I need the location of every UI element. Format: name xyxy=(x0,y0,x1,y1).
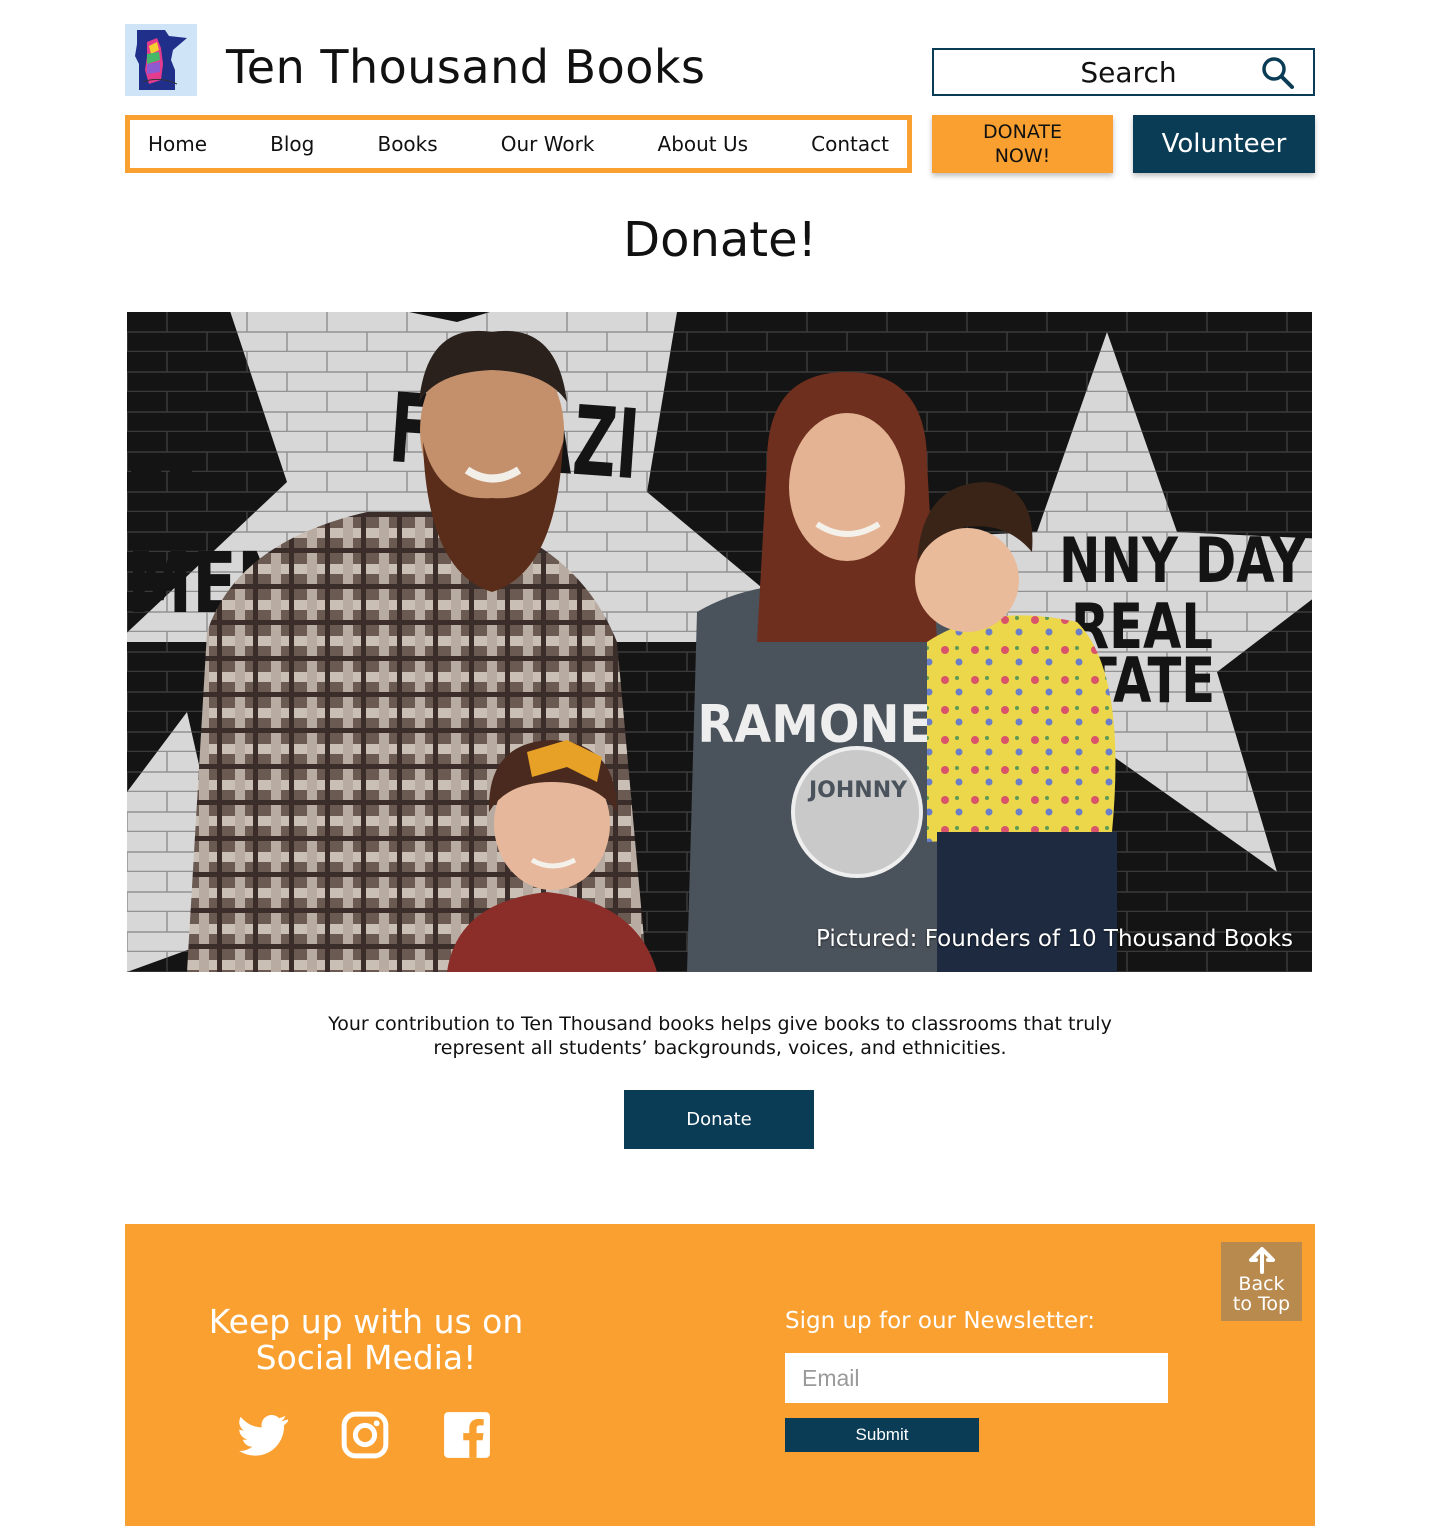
volunteer-button[interactable]: Volunteer xyxy=(1133,115,1315,173)
donate-now-label: DONATE NOW! xyxy=(983,121,1062,167)
hero-caption: Pictured: Founders of 10 Thousand Books xyxy=(815,926,1293,952)
arrow-up-icon xyxy=(1248,1246,1276,1274)
page-title: Donate! xyxy=(623,212,817,268)
nav-books[interactable]: Books xyxy=(377,132,437,156)
nav-contact[interactable]: Contact xyxy=(811,132,889,156)
search-icon[interactable] xyxy=(1261,56,1295,90)
donate-now-button[interactable]: DONATE NOW! xyxy=(932,115,1113,173)
search-placeholder: Search xyxy=(1080,55,1177,89)
shirt-text-ramone: RAMONE xyxy=(697,694,932,754)
back-to-top-line-2: to Top xyxy=(1232,1293,1291,1315)
facebook-icon[interactable] xyxy=(442,1410,492,1460)
nav-home[interactable]: Home xyxy=(148,132,207,156)
twitter-icon[interactable] xyxy=(238,1410,290,1460)
social-heading-line-1: Keep up with us on xyxy=(208,1302,524,1341)
back-to-top-button[interactable]: Back to Top xyxy=(1221,1242,1302,1321)
site-title: Ten Thousand Books xyxy=(226,40,706,94)
blurb-line-2: represent all students’ backgrounds, voi… xyxy=(433,1037,1007,1059)
hero-photo-image: HE MENT FUGAZI NNY DAY REAL TATE RAMONE … xyxy=(127,312,1312,972)
site-logo[interactable] xyxy=(125,24,197,96)
wall-text-nny-day: NNY DAY xyxy=(1059,526,1307,598)
hero-photo: HE MENT FUGAZI NNY DAY REAL TATE RAMONE … xyxy=(127,312,1312,972)
back-to-top-line-1: Back xyxy=(1238,1273,1285,1295)
main-nav: Home Blog Books Our Work About Us Contac… xyxy=(125,115,912,173)
nav-about-us[interactable]: About Us xyxy=(658,132,749,156)
submit-button[interactable]: Submit xyxy=(785,1418,979,1452)
search-bar[interactable]: Search xyxy=(932,48,1315,96)
shirt-text-johnny: JOHNNY xyxy=(807,778,908,803)
blurb-line-1: Your contribution to Ten Thousand books … xyxy=(328,1013,1112,1035)
donate-button[interactable]: Donate xyxy=(624,1090,814,1149)
social-icons xyxy=(238,1410,492,1460)
footer: Keep up with us on Social Media! Sign up… xyxy=(125,1224,1315,1526)
nav-our-work[interactable]: Our Work xyxy=(501,132,595,156)
social-heading: Keep up with us on Social Media! xyxy=(185,1304,547,1376)
email-field[interactable] xyxy=(785,1353,1168,1403)
instagram-icon[interactable] xyxy=(340,1410,390,1460)
nav-blog[interactable]: Blog xyxy=(270,132,314,156)
wall-text-he: HE xyxy=(127,447,197,501)
donation-blurb: Your contribution to Ten Thousand books … xyxy=(0,1012,1440,1060)
social-heading-line-2: Social Media! xyxy=(255,1338,477,1377)
newsletter-heading: Sign up for our Newsletter: xyxy=(785,1308,1095,1334)
